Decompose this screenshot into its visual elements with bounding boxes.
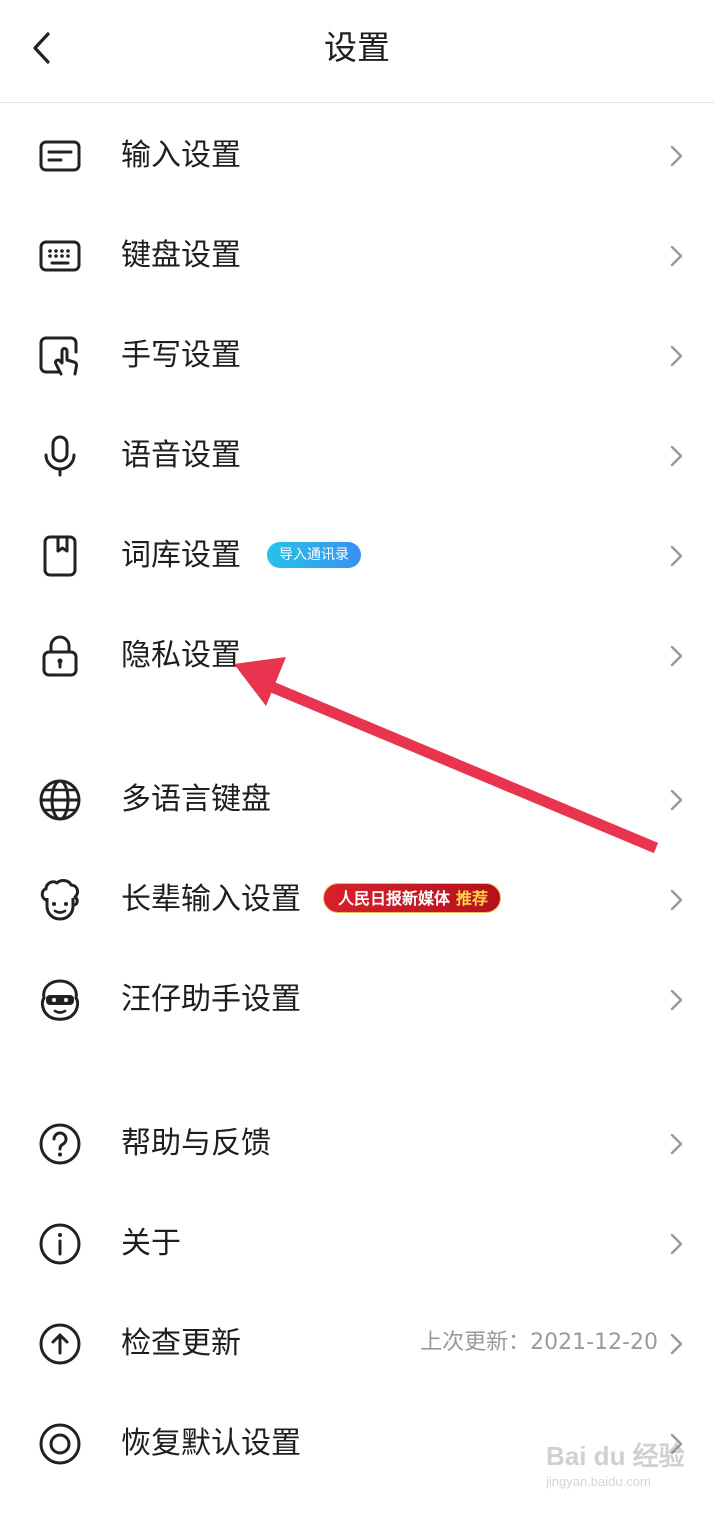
settings-item-label: 帮助与反馈 — [121, 1126, 271, 1161]
chevron-right-icon — [666, 342, 686, 370]
reset-ring-icon — [38, 1422, 82, 1466]
watermark-url-text: jingyan.baidu.com — [546, 1474, 651, 1489]
settings-item-label: 词库设置 — [121, 538, 241, 573]
badge-source-text: 人民日报新媒体 — [338, 889, 451, 908]
recommend-badge[interactable]: 人民日报新媒体 推荐 — [323, 883, 502, 913]
settings-item-label: 恢复默认设置 — [121, 1426, 301, 1461]
chevron-right-icon — [666, 1230, 686, 1258]
bookmark-book-icon — [38, 534, 82, 578]
settings-item-voice[interactable]: 语音设置 — [0, 404, 714, 504]
lock-icon — [38, 634, 82, 678]
settings-item-keyboard[interactable]: 键盘设置 — [0, 204, 714, 304]
chevron-right-icon — [666, 542, 686, 570]
chevron-right-icon — [666, 986, 686, 1014]
import-contacts-badge[interactable]: 导入通讯录 — [267, 542, 361, 568]
mascot-face-icon — [38, 978, 82, 1022]
settings-item-privacy[interactable]: 隐私设置 — [0, 604, 714, 704]
microphone-icon — [38, 434, 82, 478]
settings-item-multilanguage[interactable]: 多语言键盘 — [0, 748, 714, 848]
keyboard-icon — [38, 234, 82, 278]
last-update-text: 上次更新：2021-12-20 — [420, 1330, 658, 1355]
settings-item-elder-input[interactable]: 长辈输入设置 人民日报新媒体 推荐 — [0, 848, 714, 948]
input-box-icon — [38, 134, 82, 178]
globe-icon — [38, 778, 82, 822]
chevron-right-icon — [666, 242, 686, 270]
upload-circle-icon — [38, 1322, 82, 1366]
chevron-right-icon — [666, 1130, 686, 1158]
settings-item-label: 长辈输入设置 — [121, 882, 301, 917]
settings-item-label: 汪仔助手设置 — [121, 982, 301, 1017]
chevron-right-icon — [666, 442, 686, 470]
watermark: Bai du 经验 jingyan.baidu.com — [546, 1436, 686, 1500]
chevron-right-icon — [666, 142, 686, 170]
handwrite-icon — [38, 334, 82, 378]
settings-item-label: 隐私设置 — [121, 638, 241, 673]
watermark-logo-text: Bai du 经验 — [546, 1441, 685, 1471]
chevron-right-icon — [666, 642, 686, 670]
settings-item-label: 语音设置 — [121, 438, 241, 473]
settings-item-label: 输入设置 — [121, 138, 241, 173]
info-icon — [38, 1222, 82, 1266]
settings-item-handwrite[interactable]: 手写设置 — [0, 304, 714, 404]
settings-item-label: 键盘设置 — [121, 238, 241, 273]
chevron-right-icon — [666, 886, 686, 914]
settings-item-label: 手写设置 — [121, 338, 241, 373]
badge-highlight-text: 推荐 — [456, 889, 489, 908]
title-bar: 设置 — [0, 0, 714, 103]
settings-item-about[interactable]: 关于 — [0, 1192, 714, 1292]
chevron-right-icon — [666, 1330, 686, 1358]
settings-item-input[interactable]: 输入设置 — [0, 104, 714, 204]
settings-item-lexicon[interactable]: 词库设置 导入通讯录 — [0, 504, 714, 604]
question-icon — [38, 1122, 82, 1166]
settings-item-assistant[interactable]: 汪仔助手设置 — [0, 948, 714, 1048]
settings-item-help[interactable]: 帮助与反馈 — [0, 1092, 714, 1192]
settings-item-label: 检查更新 — [121, 1326, 241, 1361]
settings-item-label: 多语言键盘 — [121, 782, 271, 817]
elder-face-icon — [38, 878, 82, 922]
page-title: 设置 — [324, 28, 390, 67]
settings-item-check-update[interactable]: 检查更新 上次更新：2021-12-20 — [0, 1292, 714, 1392]
chevron-right-icon — [666, 786, 686, 814]
settings-item-label: 关于 — [121, 1226, 181, 1261]
